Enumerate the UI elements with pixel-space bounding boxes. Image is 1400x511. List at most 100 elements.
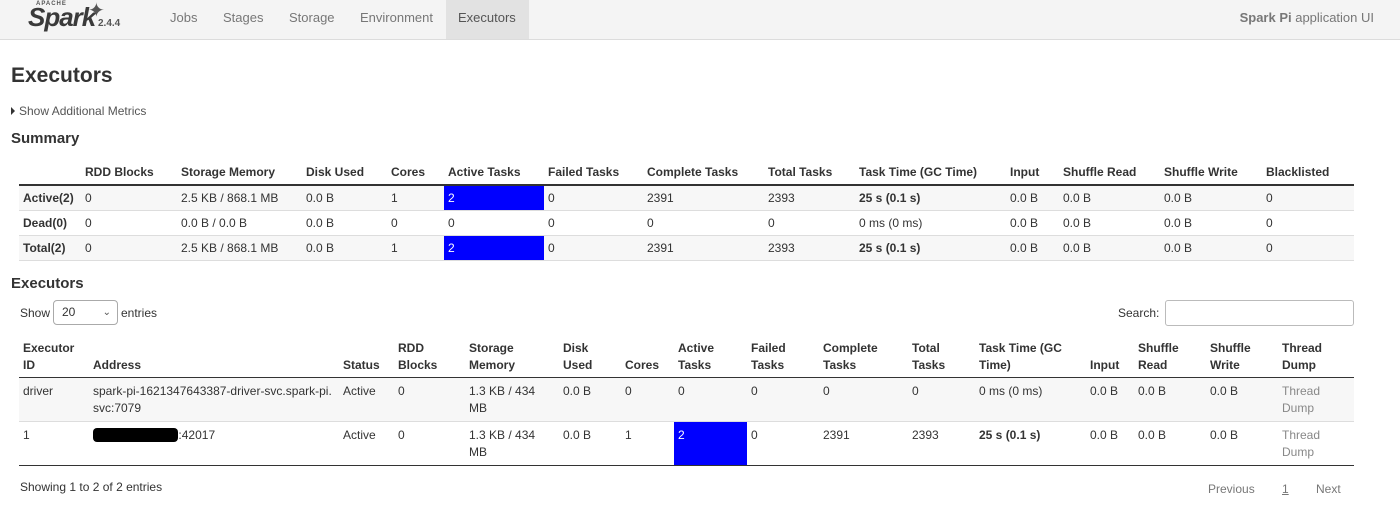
- executor-storage-memory: 1.3 KB / 434 MB: [465, 377, 559, 422]
- summary-header-total-tasks[interactable]: Total Tasks: [764, 160, 855, 186]
- summary-cell: 2391: [643, 235, 764, 261]
- summary-cell: 25 s (0.1 s): [855, 185, 1006, 211]
- header-line: Total: [912, 341, 940, 355]
- executor-address: 10.100.102.100:42017: [89, 421, 339, 466]
- summary-cell: 1: [387, 235, 444, 261]
- header-line: RDD: [398, 341, 424, 355]
- summary-cell: 0.0 B: [1006, 185, 1059, 211]
- summary-header-failed-tasks[interactable]: Failed Tasks: [544, 160, 643, 186]
- summary-header-row: RDD Blocks Storage Memory Disk Used Core…: [19, 160, 1354, 186]
- summary-cell: 0.0 B: [1006, 210, 1059, 236]
- executor-disk-used: 0.0 B: [559, 421, 621, 466]
- pagination-next[interactable]: Next: [1316, 482, 1341, 496]
- entries-page-size-select[interactable]: 20 ⌄: [53, 300, 118, 325]
- header-line: Failed: [751, 341, 786, 355]
- executors-header-shuffle-read[interactable]: Shuffle Read: [1134, 337, 1206, 378]
- summary-row-total: Total(2) 0 2.5 KB / 868.1 MB 0.0 B 1 2 0…: [19, 235, 1354, 261]
- executors-title: Executors: [11, 275, 84, 292]
- executors-header-input[interactable]: Input: [1086, 337, 1134, 378]
- spark-version: 2.4.4: [98, 18, 121, 29]
- summary-row-active: Active(2) 0 2.5 KB / 868.1 MB 0.0 B 1 2 …: [19, 185, 1354, 211]
- executors-header-thread-dump[interactable]: Thread Dump: [1278, 337, 1354, 378]
- header-line: Blocks: [398, 358, 438, 372]
- summary-row-label: Active(2): [19, 185, 81, 211]
- summary-cell: 0: [544, 210, 643, 236]
- tab-executors[interactable]: Executors: [446, 0, 529, 39]
- pagination-page-1[interactable]: 1: [1282, 482, 1289, 496]
- summary-header-task-time[interactable]: Task Time (GC Time): [855, 160, 1006, 186]
- summary-header-shuffle-write[interactable]: Shuffle Write: [1160, 160, 1262, 186]
- summary-cell: 0.0 B: [1160, 235, 1262, 261]
- executors-header-storage-memory[interactable]: Storage Memory: [465, 337, 559, 378]
- executor-task-time: 0 ms (0 ms): [975, 377, 1086, 422]
- header-line: ID: [23, 358, 35, 372]
- thread-dump-link[interactable]: Thread Dump: [1278, 377, 1354, 422]
- summary-cell: 0: [544, 235, 643, 261]
- executors-header-active-tasks[interactable]: Active Tasks: [674, 337, 747, 378]
- summary-cell: 0.0 B / 0.0 B: [177, 210, 302, 236]
- summary-header-active-tasks[interactable]: Active Tasks: [444, 160, 544, 186]
- executor-shuffle-read: 0.0 B: [1134, 421, 1206, 466]
- summary-cell-active-tasks-highlight: 2: [444, 185, 544, 211]
- executors-header-address[interactable]: Address: [89, 337, 339, 378]
- search-input[interactable]: [1165, 300, 1354, 326]
- header-line: Disk: [563, 341, 589, 355]
- executors-header-cores[interactable]: Cores: [621, 337, 674, 378]
- summary-cell: 0 ms (0 ms): [855, 210, 1006, 236]
- executors-header-task-time[interactable]: Task Time (GC Time): [975, 337, 1086, 378]
- summary-cell: 0.0 B: [1059, 210, 1160, 236]
- summary-header-storage-memory[interactable]: Storage Memory: [177, 160, 302, 186]
- executors-header-status[interactable]: Status: [339, 337, 394, 378]
- header-line: Tasks: [678, 358, 712, 372]
- summary-cell: 2391: [643, 185, 764, 211]
- executor-complete-tasks: 0: [819, 377, 908, 422]
- page-size-value: 20: [62, 305, 76, 319]
- executors-header-disk-used[interactable]: Disk Used: [559, 337, 621, 378]
- tab-storage[interactable]: Storage: [277, 0, 347, 39]
- executors-header-failed-tasks[interactable]: Failed Tasks: [747, 337, 819, 378]
- summary-cell: 0: [81, 235, 177, 261]
- summary-header-complete-tasks[interactable]: Complete Tasks: [643, 160, 764, 186]
- executors-header-row: Executor ID Address Status RDD Blocks Stor…: [19, 337, 1354, 378]
- executor-input: 0.0 B: [1086, 421, 1134, 466]
- spark-logo[interactable]: Spark ✦ APACHE 2.4.4: [26, 0, 136, 39]
- summary-cell: 0: [1262, 235, 1354, 261]
- summary-header-blank[interactable]: [19, 160, 81, 186]
- executors-header-shuffle-write[interactable]: Shuffle Write: [1206, 337, 1278, 378]
- tab-environment[interactable]: Environment: [348, 0, 445, 39]
- summary-header-disk-used[interactable]: Disk Used: [302, 160, 387, 186]
- summary-cell: 0: [764, 210, 855, 236]
- caret-right-icon: [11, 107, 15, 115]
- executors-header-executor-id[interactable]: Executor ID: [19, 337, 89, 378]
- pagination-previous[interactable]: Previous: [1208, 482, 1255, 496]
- thread-dump-link[interactable]: Thread Dump: [1278, 421, 1354, 466]
- summary-cell: 25 s (0.1 s): [855, 235, 1006, 261]
- show-additional-metrics-toggle[interactable]: Show Additional Metrics: [11, 104, 146, 118]
- summary-cell: 0: [1262, 185, 1354, 211]
- header-line: Active: [678, 341, 715, 355]
- executor-failed-tasks: 0: [747, 421, 819, 466]
- tab-jobs[interactable]: Jobs: [158, 0, 209, 39]
- tab-stages[interactable]: Stages: [211, 0, 275, 39]
- executors-header-complete-tasks[interactable]: Complete Tasks: [819, 337, 908, 378]
- summary-header-rdd-blocks[interactable]: RDD Blocks: [81, 160, 177, 186]
- executor-input: 0.0 B: [1086, 377, 1134, 422]
- summary-header-input[interactable]: Input: [1006, 160, 1059, 186]
- summary-cell: 0: [81, 185, 177, 211]
- executor-active-tasks: 0: [674, 377, 747, 422]
- executors-header-total-tasks[interactable]: Total Tasks: [908, 337, 975, 378]
- executor-status: Active: [339, 377, 394, 422]
- header-line: Shuffle: [1138, 341, 1179, 355]
- summary-cell: 0.0 B: [302, 185, 387, 211]
- executor-cores: 0: [621, 377, 674, 422]
- summary-header-shuffle-read[interactable]: Shuffle Read: [1059, 160, 1160, 186]
- header-line: Tasks: [912, 358, 946, 372]
- summary-header-cores[interactable]: Cores: [387, 160, 444, 186]
- summary-cell: 2393: [764, 235, 855, 261]
- executors-header-rdd-blocks[interactable]: RDD Blocks: [394, 337, 465, 378]
- summary-header-blacklisted[interactable]: Blacklisted: [1262, 160, 1354, 186]
- executor-port: :42017: [178, 428, 216, 442]
- executor-total-tasks: 0: [908, 377, 975, 422]
- executor-failed-tasks: 0: [747, 377, 819, 422]
- executor-rdd-blocks: 0: [394, 421, 465, 466]
